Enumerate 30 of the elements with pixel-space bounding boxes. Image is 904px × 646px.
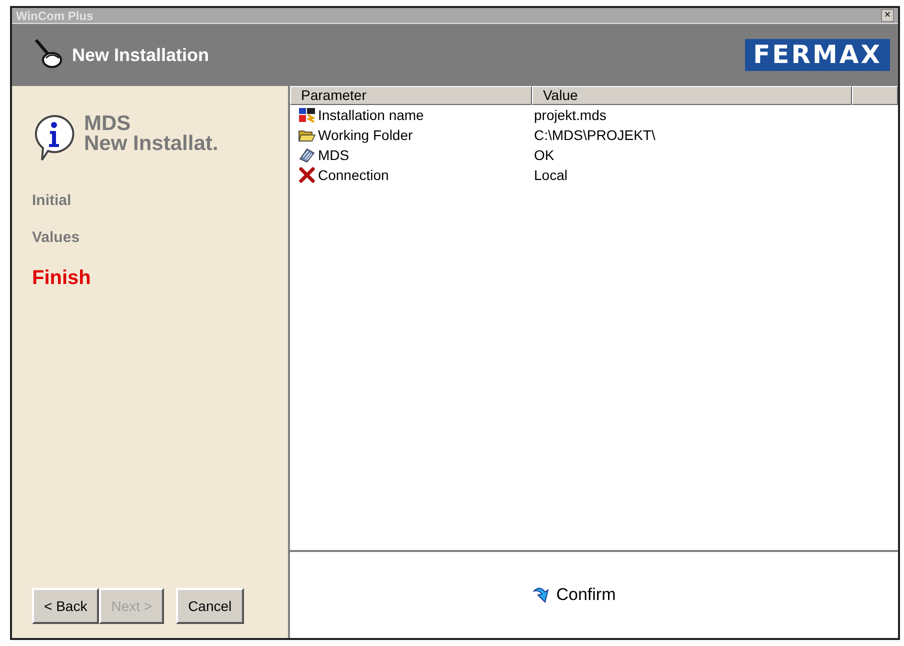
table-row[interactable]: Working Folder C:\MDS\PROJEKT\ bbox=[290, 125, 898, 145]
table-cell-text: Connection bbox=[318, 166, 389, 184]
installation-icon bbox=[298, 107, 316, 123]
cross-icon bbox=[298, 167, 316, 183]
window-title: WinCom Plus bbox=[16, 8, 94, 24]
wizard-step: Finish bbox=[32, 263, 288, 293]
logo: FERMAX bbox=[745, 39, 890, 71]
keypad-icon bbox=[298, 147, 316, 163]
table-cell-text: MDS bbox=[318, 146, 350, 164]
table-cell-text: C:\MDS\PROJEKT\ bbox=[533, 126, 656, 144]
header-title: New Installation bbox=[72, 44, 210, 66]
heading-line: New Installat. bbox=[84, 134, 218, 154]
confirm-button[interactable]: Confirm bbox=[532, 582, 616, 608]
table-cell-text: Installation name bbox=[318, 106, 424, 124]
column-header[interactable]: Parameter bbox=[290, 86, 532, 105]
table-row[interactable]: Installation name projekt.mds bbox=[290, 105, 898, 125]
column-header[interactable]: Value bbox=[532, 86, 852, 105]
wizard-step: Values bbox=[32, 226, 288, 249]
table-cell-text: Working Folder bbox=[318, 126, 413, 145]
wizard-button[interactable]: Cancel bbox=[176, 588, 244, 624]
heading-line: MDS bbox=[84, 114, 132, 134]
close-button[interactable]: × bbox=[881, 9, 894, 22]
table-cell-text: Local bbox=[533, 166, 568, 184]
table-cell-text: projekt.mds bbox=[533, 106, 606, 125]
wizard-button[interactable]: < Back bbox=[32, 588, 100, 624]
table-row[interactable]: Connection Local bbox=[290, 165, 898, 185]
table-cell-text: OK bbox=[533, 146, 554, 164]
wizard-step: Initial bbox=[32, 190, 288, 212]
info-icon bbox=[32, 114, 76, 162]
table-row[interactable]: MDS OK bbox=[290, 145, 898, 165]
